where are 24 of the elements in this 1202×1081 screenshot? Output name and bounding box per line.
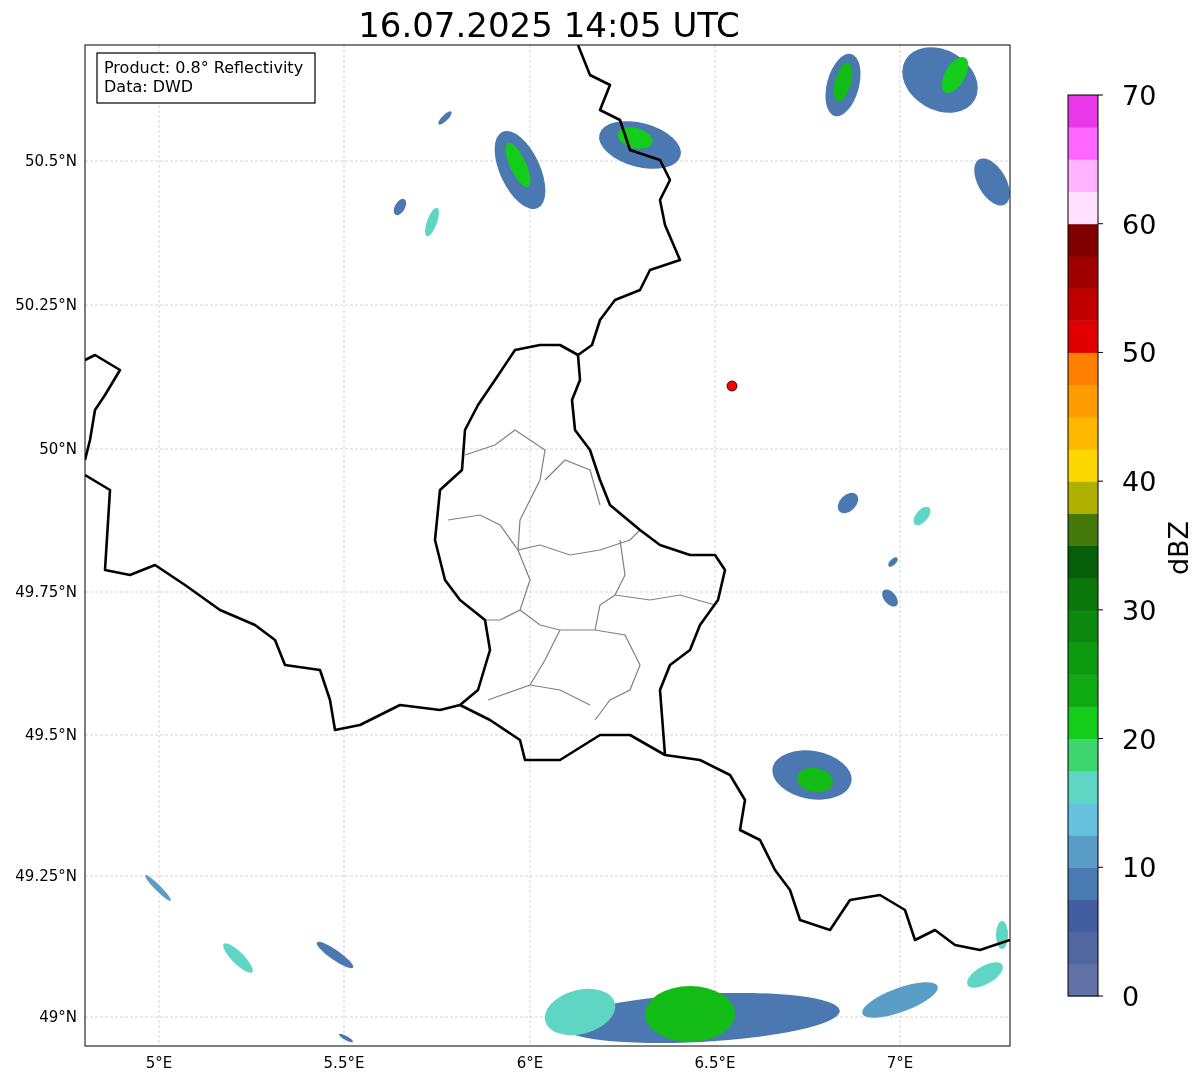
colorbar-tick-label: 10 — [1122, 852, 1157, 884]
colorbar-tick-label: 40 — [1122, 466, 1157, 498]
x-tick-label: 6°E — [516, 1054, 544, 1072]
colorbar-tick-label: 60 — [1122, 208, 1157, 240]
x-tick-label: 5°E — [145, 1054, 173, 1072]
y-tick-label: 49.75°N — [15, 583, 77, 601]
y-tick-label: 50°N — [39, 440, 77, 458]
colorbar-label: dBZ — [1163, 520, 1194, 576]
y-tick-label: 50.25°N — [15, 296, 77, 314]
x-tick-label: 5.5°E — [323, 1054, 365, 1072]
colorbar-tick-label: 70 — [1122, 80, 1157, 111]
colorbar-tick-label: 30 — [1122, 594, 1157, 626]
x-tick-label: 6.5°E — [694, 1054, 736, 1072]
y-tick-label: 49°N — [39, 1008, 77, 1026]
colorbar-tick-label: 20 — [1122, 723, 1157, 755]
info-text: Product: 0.8° Reflectivity — [104, 58, 304, 77]
chart-title: 16.07.2025 14:05 UTC — [358, 5, 740, 45]
colorbar-tick-label: 0 — [1122, 981, 1140, 1012]
info-text: Data: DWD — [104, 77, 194, 96]
y-tick-label: 50.5°N — [24, 152, 77, 170]
y-tick-label: 49.5°N — [24, 726, 77, 744]
y-tick-label: 49.25°N — [15, 867, 77, 885]
colorbar-tick-label: 50 — [1122, 337, 1157, 369]
x-tick-label: 7°E — [886, 1054, 914, 1072]
